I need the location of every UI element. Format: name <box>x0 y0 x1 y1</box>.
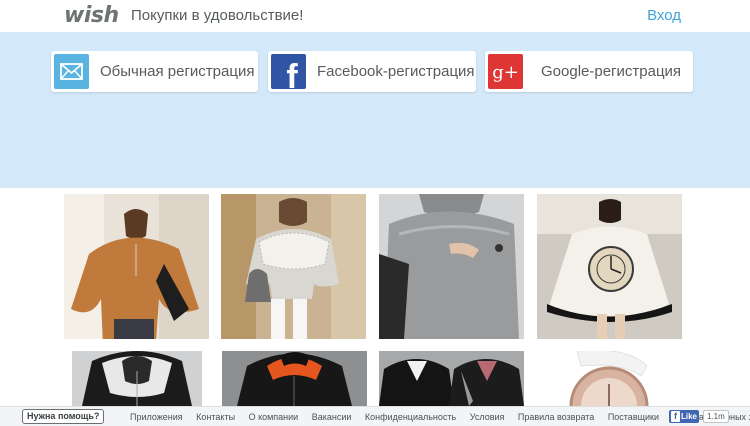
product-tile-grey-sweater[interactable] <box>379 194 524 339</box>
footer-link-terms[interactable]: Условия <box>470 412 505 422</box>
footer-bar: Нужна помощь? Приложения Контакты О комп… <box>0 406 750 426</box>
top-header: wish Покупки в удовольствие! Вход <box>0 0 750 32</box>
product-tile-lace-top[interactable] <box>221 194 366 339</box>
product-tile-orange-hood-jacket[interactable] <box>222 351 367 406</box>
envelope-icon <box>54 54 89 89</box>
footer-link-contacts[interactable]: Контакты <box>196 412 235 422</box>
footer-link-privacy[interactable]: Конфиденциальность <box>365 412 456 422</box>
footer-link-apps[interactable]: Приложения <box>130 412 183 422</box>
facebook-like-button[interactable]: f Like <box>669 410 699 423</box>
facebook-glyph: f <box>286 58 298 89</box>
product-tile-wristwatch[interactable] <box>537 351 682 406</box>
facebook-icon: f <box>271 54 306 96</box>
tagline: Покупки в удовольствие! <box>131 7 304 24</box>
footer-link-jobs[interactable]: Вакансии <box>312 412 352 422</box>
help-button[interactable]: Нужна помощь? <box>22 409 105 424</box>
product-tile-clock-tunic[interactable] <box>537 194 682 339</box>
product-tile-hoodie[interactable] <box>72 351 202 406</box>
product-tile-black-jackets[interactable] <box>379 351 524 406</box>
google-signup-label: Google-регистрация <box>541 63 682 80</box>
email-signup-button[interactable]: Обычная регистрация <box>51 51 258 92</box>
google-signup-button[interactable]: g+ Google-регистрация <box>485 51 693 92</box>
footer-link-returns[interactable]: Правила возврата <box>518 412 594 422</box>
email-signup-label: Обычная регистрация <box>100 63 255 80</box>
facebook-like-label: Like <box>681 412 698 421</box>
google-plus-glyph: g+ <box>492 62 519 83</box>
facebook-like-icon: f <box>671 411 680 422</box>
footer-link-about[interactable]: О компании <box>249 412 299 422</box>
wish-logo[interactable]: wish <box>64 3 119 28</box>
login-link[interactable]: Вход <box>647 7 681 24</box>
google-plus-icon: g+ <box>488 54 523 89</box>
facebook-signup-button[interactable]: f Facebook-регистрация <box>268 51 476 96</box>
facebook-signup-label: Facebook-регистрация <box>317 63 475 80</box>
footer-links: Приложения Контакты О компании Вакансии … <box>130 412 750 422</box>
product-tile-orange-sweater[interactable] <box>64 194 209 339</box>
footer-link-suppliers[interactable]: Поставщики <box>608 412 659 422</box>
facebook-like-count: 1.1m <box>703 410 729 423</box>
